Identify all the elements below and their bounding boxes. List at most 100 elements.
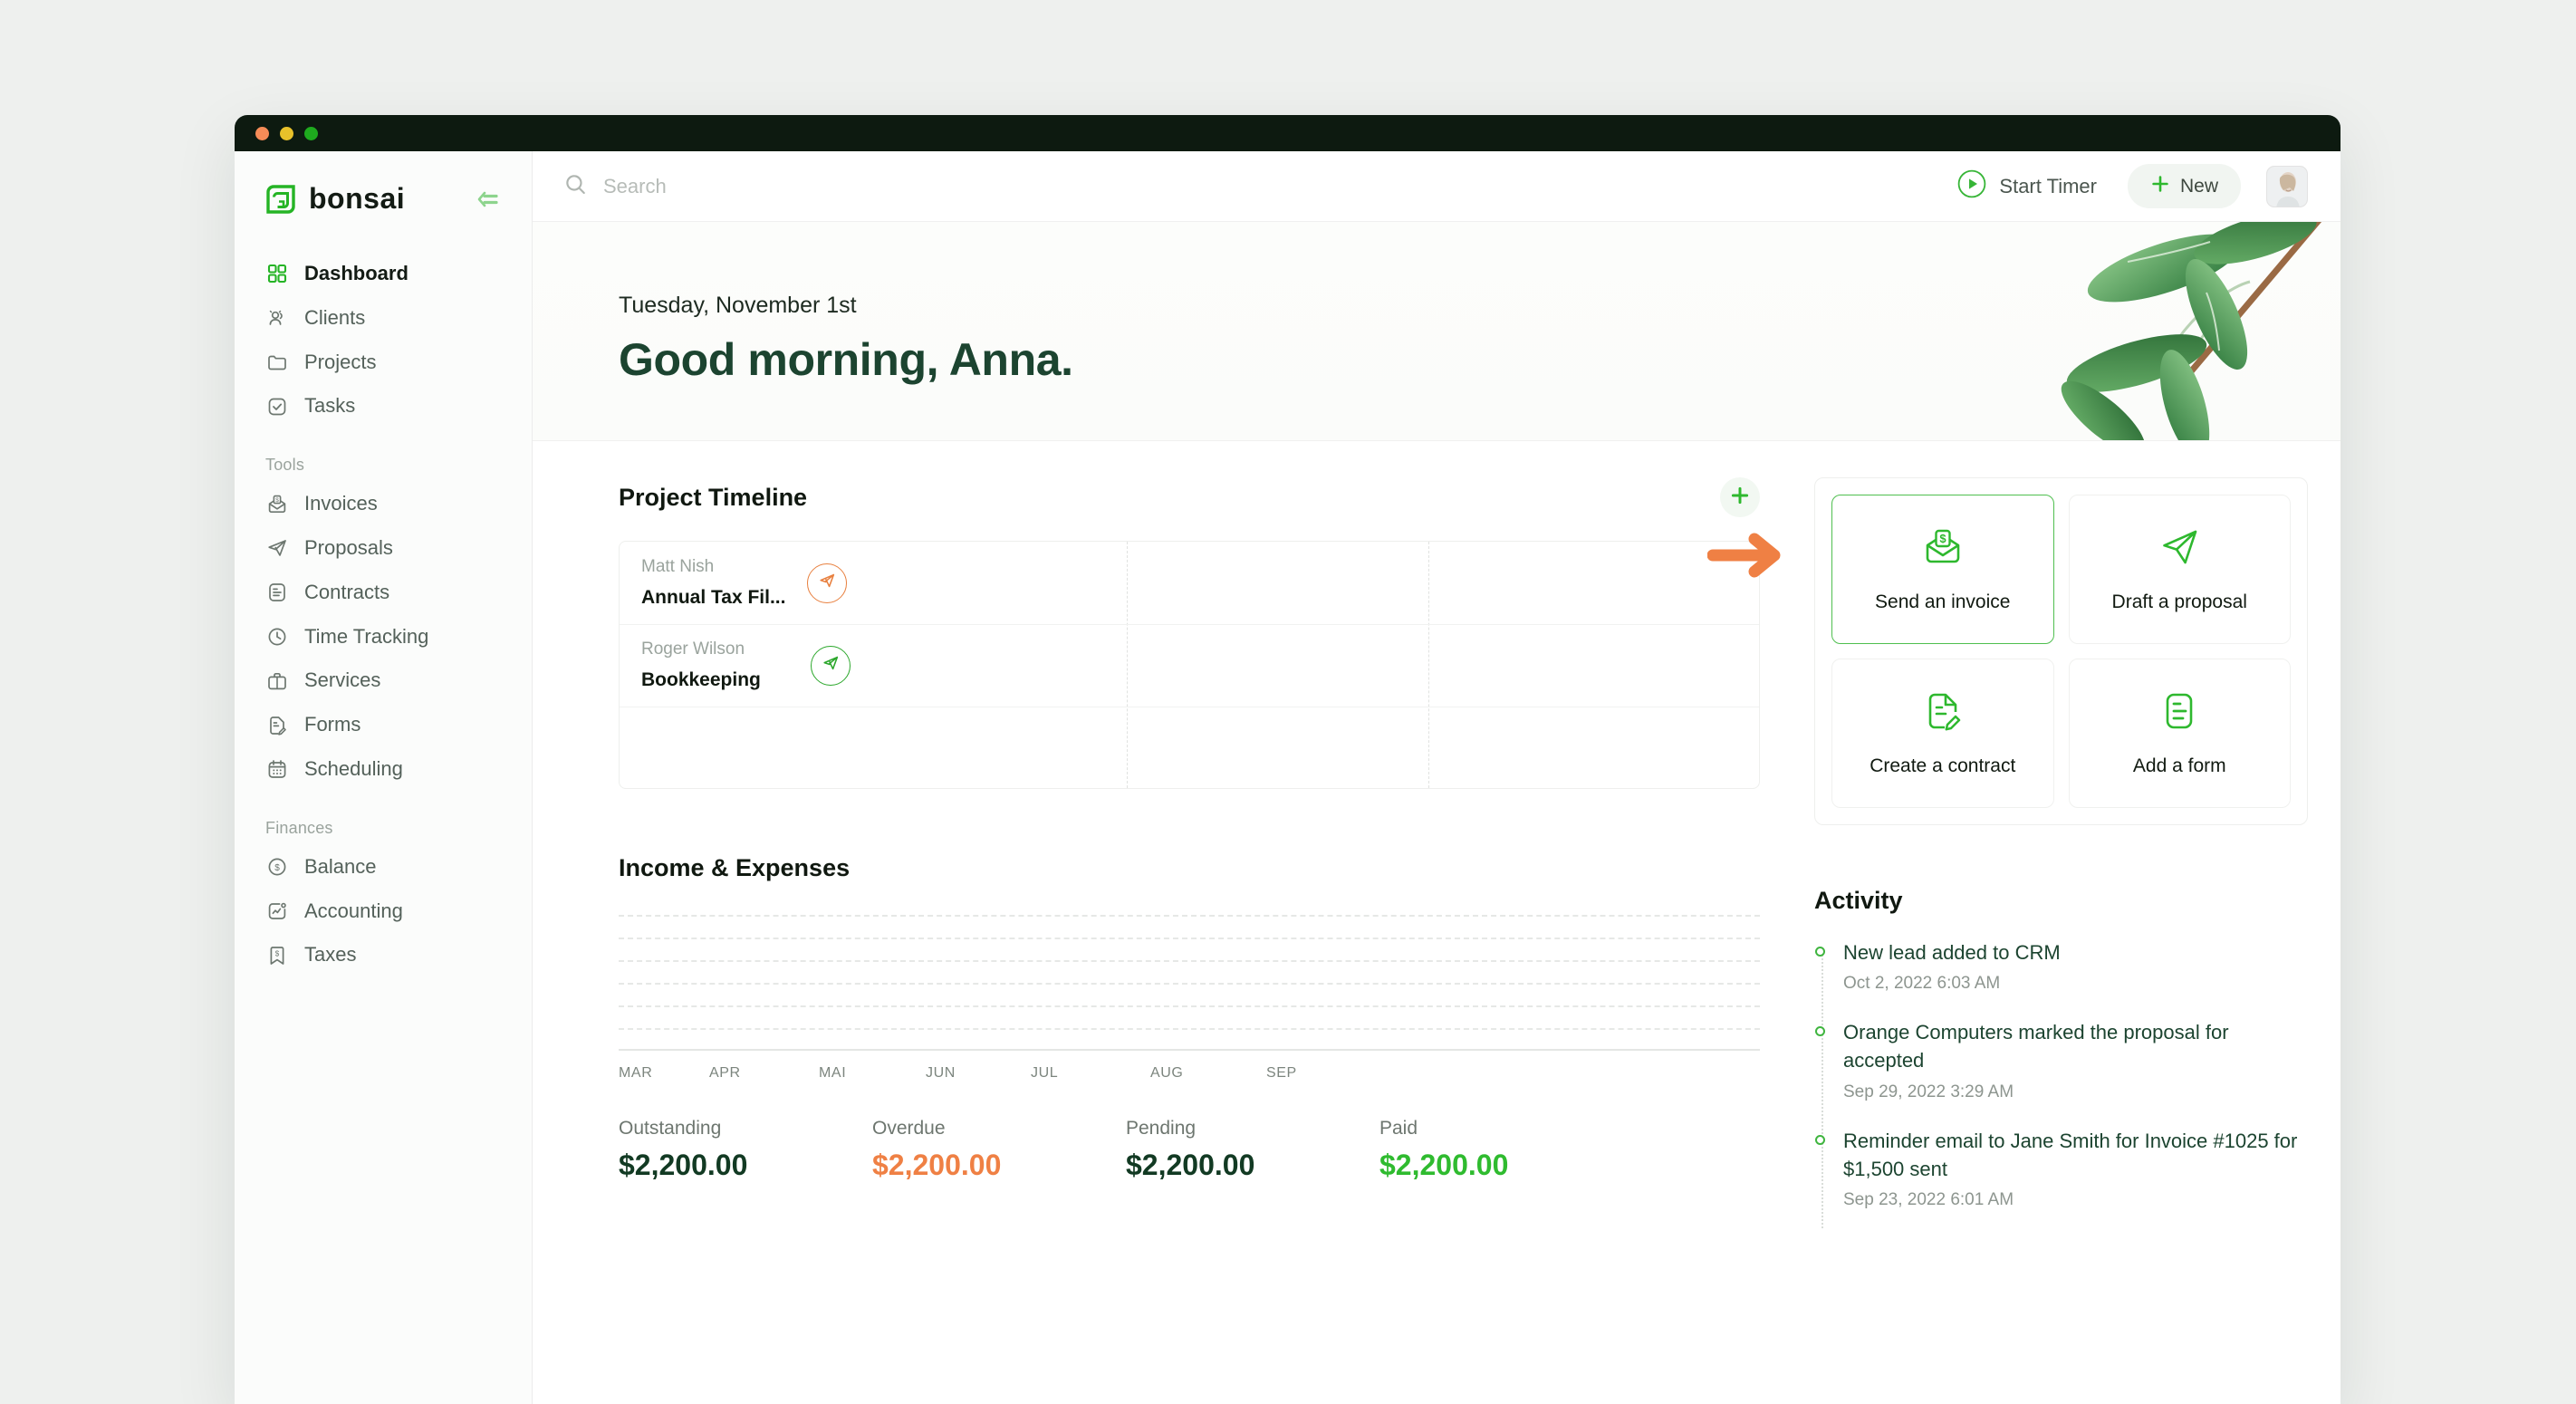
- bonsai-logo-icon: [265, 184, 296, 215]
- sidebar-nav: Dashboard Clients Projects Tasks Tools $…: [235, 252, 532, 977]
- activity-text: Orange Computers marked the proposal for…: [1843, 1021, 2229, 1072]
- quick-action-add-form[interactable]: Add a form: [2068, 659, 2291, 808]
- sidebar-item-balance[interactable]: $ Balance: [235, 845, 532, 890]
- quick-action-create-contract[interactable]: Create a contract: [1831, 659, 2054, 808]
- calendar-icon: [265, 757, 289, 781]
- sidebar-item-invoices[interactable]: $ Invoices: [235, 482, 532, 526]
- hero-date: Tuesday, November 1st: [619, 293, 857, 318]
- income-expenses-title: Income & Expenses: [619, 854, 851, 881]
- quick-action-label: Draft a proposal: [2111, 591, 2247, 612]
- new-button[interactable]: New: [2127, 164, 2241, 208]
- quick-action-label: Create a contract: [1870, 755, 2016, 776]
- quick-action-draft-proposal[interactable]: Draft a proposal: [2068, 495, 2291, 644]
- chart-gridline: [619, 983, 1760, 985]
- plus-icon: [1729, 485, 1751, 511]
- sidebar-item-taxes[interactable]: $ Taxes: [235, 933, 532, 977]
- left-column: Project Timeline Matt Nish Annual Tax Fi…: [619, 477, 1814, 1404]
- timeline-project: Annual Tax Fil...: [641, 586, 786, 608]
- plus-icon: [2150, 174, 2170, 198]
- timeline-status-badge[interactable]: [810, 645, 851, 686]
- window-minimize-button[interactable]: [280, 126, 293, 140]
- invoice-envelope-icon: $: [265, 493, 289, 516]
- stat-value: $2,200.00: [1379, 1149, 1509, 1181]
- avatar[interactable]: [2266, 165, 2308, 207]
- stat-overdue: Overdue $2,200.00: [872, 1118, 1126, 1182]
- timeline-status-badge[interactable]: [807, 563, 848, 603]
- chart-gridline: [619, 960, 1760, 962]
- sidebar-section-finances: Finances: [265, 818, 333, 837]
- chart-gridline: [619, 915, 1760, 917]
- stat-paid: Paid $2,200.00: [1379, 1118, 1633, 1182]
- activity-item[interactable]: Reminder email to Jane Smith for Invoice…: [1815, 1127, 2308, 1210]
- project-timeline-header: Project Timeline: [619, 477, 1760, 517]
- window-close-button[interactable]: [255, 126, 269, 140]
- timeline-row[interactable]: Roger Wilson Bookkeeping: [620, 624, 851, 707]
- brand-name: bonsai: [309, 182, 406, 215]
- start-timer-button[interactable]: Start Timer: [1957, 169, 2097, 203]
- sidebar-item-dashboard[interactable]: Dashboard: [235, 252, 532, 296]
- sidebar-item-tasks[interactable]: Tasks: [235, 384, 532, 428]
- sidebar-item-label: Contracts: [304, 580, 390, 603]
- start-timer-label: Start Timer: [1999, 174, 2097, 197]
- sidebar-item-label: Projects: [304, 350, 377, 373]
- project-timeline-title: Project Timeline: [619, 483, 808, 511]
- sidebar-item-label: Services: [304, 668, 381, 692]
- chart-tick: SEP: [1266, 1065, 1297, 1081]
- orange-right-arrow: [1706, 528, 1798, 582]
- quick-action-send-invoice[interactable]: $ Send an invoice: [1831, 495, 2054, 644]
- activity-item[interactable]: New lead added to CRM Oct 2, 2022 6:03 A…: [1815, 938, 2308, 994]
- clock-icon: [265, 625, 289, 649]
- sidebar-item-label: Balance: [304, 854, 377, 878]
- add-project-button[interactable]: [1720, 477, 1760, 517]
- sidebar-item-label: Dashboard: [304, 262, 409, 284]
- timeline-row[interactable]: Matt Nish Annual Tax Fil...: [620, 542, 848, 624]
- paper-plane-icon: [2158, 525, 2201, 573]
- sidebar-item-forms[interactable]: Forms: [235, 703, 532, 747]
- activity-timeline-line: [1821, 947, 1823, 1229]
- activity-item[interactable]: Orange Computers marked the proposal for…: [1815, 1018, 2308, 1101]
- grid-icon: [265, 262, 289, 285]
- tax-tag-icon: $: [265, 944, 289, 967]
- search-input[interactable]: [603, 174, 984, 198]
- income-expenses-chart: [619, 915, 1760, 1051]
- hero-banner: Tuesday, November 1st Good morning, Anna…: [533, 222, 2341, 441]
- window-maximize-button[interactable]: [304, 126, 318, 140]
- sidebar-item-scheduling[interactable]: Scheduling: [235, 747, 532, 792]
- hero-greeting: Good morning, Anna.: [619, 334, 1073, 385]
- chart-x-tick-labels: MAR APR MAI JUN JUL AUG SEP: [619, 1065, 1760, 1082]
- activity-section: Activity New lead added to CRM Oct 2, 20…: [1814, 887, 2308, 1229]
- svg-text:$: $: [275, 949, 280, 957]
- app-body: bonsai Dashboard Clients Projects Tasks …: [235, 151, 2341, 1404]
- sidebar-item-time-tracking[interactable]: Time Tracking: [235, 615, 532, 659]
- activity-timestamp: Sep 29, 2022 3:29 AM: [1843, 1082, 2014, 1101]
- timeline-project: Bookkeeping: [641, 668, 761, 690]
- search-bar[interactable]: [563, 172, 1957, 200]
- window-titlebar: [235, 115, 2341, 151]
- bonsai-branch-illustration: [1960, 222, 2341, 440]
- document-edit-icon: [1921, 689, 1965, 737]
- chart-tick: MAI: [819, 1065, 847, 1081]
- sidebar-item-proposals[interactable]: Proposals: [235, 526, 532, 571]
- sidebar-item-clients[interactable]: Clients: [235, 296, 532, 341]
- sidebar: bonsai Dashboard Clients Projects Tasks …: [235, 151, 533, 1404]
- activity-text: New lead added to CRM: [1843, 941, 2061, 964]
- paper-plane-icon: [821, 653, 841, 678]
- sidebar-item-contracts[interactable]: Contracts: [235, 571, 532, 615]
- sidebar-item-services[interactable]: Services: [235, 659, 532, 703]
- chart-x-axis: [619, 1049, 1760, 1051]
- right-column: $ Send an invoice Draft a proposal Creat…: [1706, 477, 2308, 1404]
- chart-bubble-icon: [265, 899, 289, 923]
- stat-value: $2,200.00: [872, 1149, 1002, 1181]
- document-lines-icon: [265, 581, 289, 604]
- activity-dot-icon: [1815, 1026, 1825, 1037]
- quick-action-label: Add a form: [2132, 755, 2226, 776]
- sidebar-item-accounting[interactable]: Accounting: [235, 890, 532, 934]
- users-icon: [265, 306, 289, 330]
- invoice-envelope-icon: $: [1921, 525, 1965, 573]
- sidebar-item-projects[interactable]: Projects: [235, 341, 532, 385]
- brand[interactable]: bonsai: [235, 173, 532, 216]
- folder-icon: [265, 351, 289, 374]
- timeline-row-text: Roger Wilson Bookkeeping: [620, 637, 761, 694]
- activity-dot-icon: [1815, 947, 1825, 957]
- collapse-sidebar-icon[interactable]: [472, 184, 503, 215]
